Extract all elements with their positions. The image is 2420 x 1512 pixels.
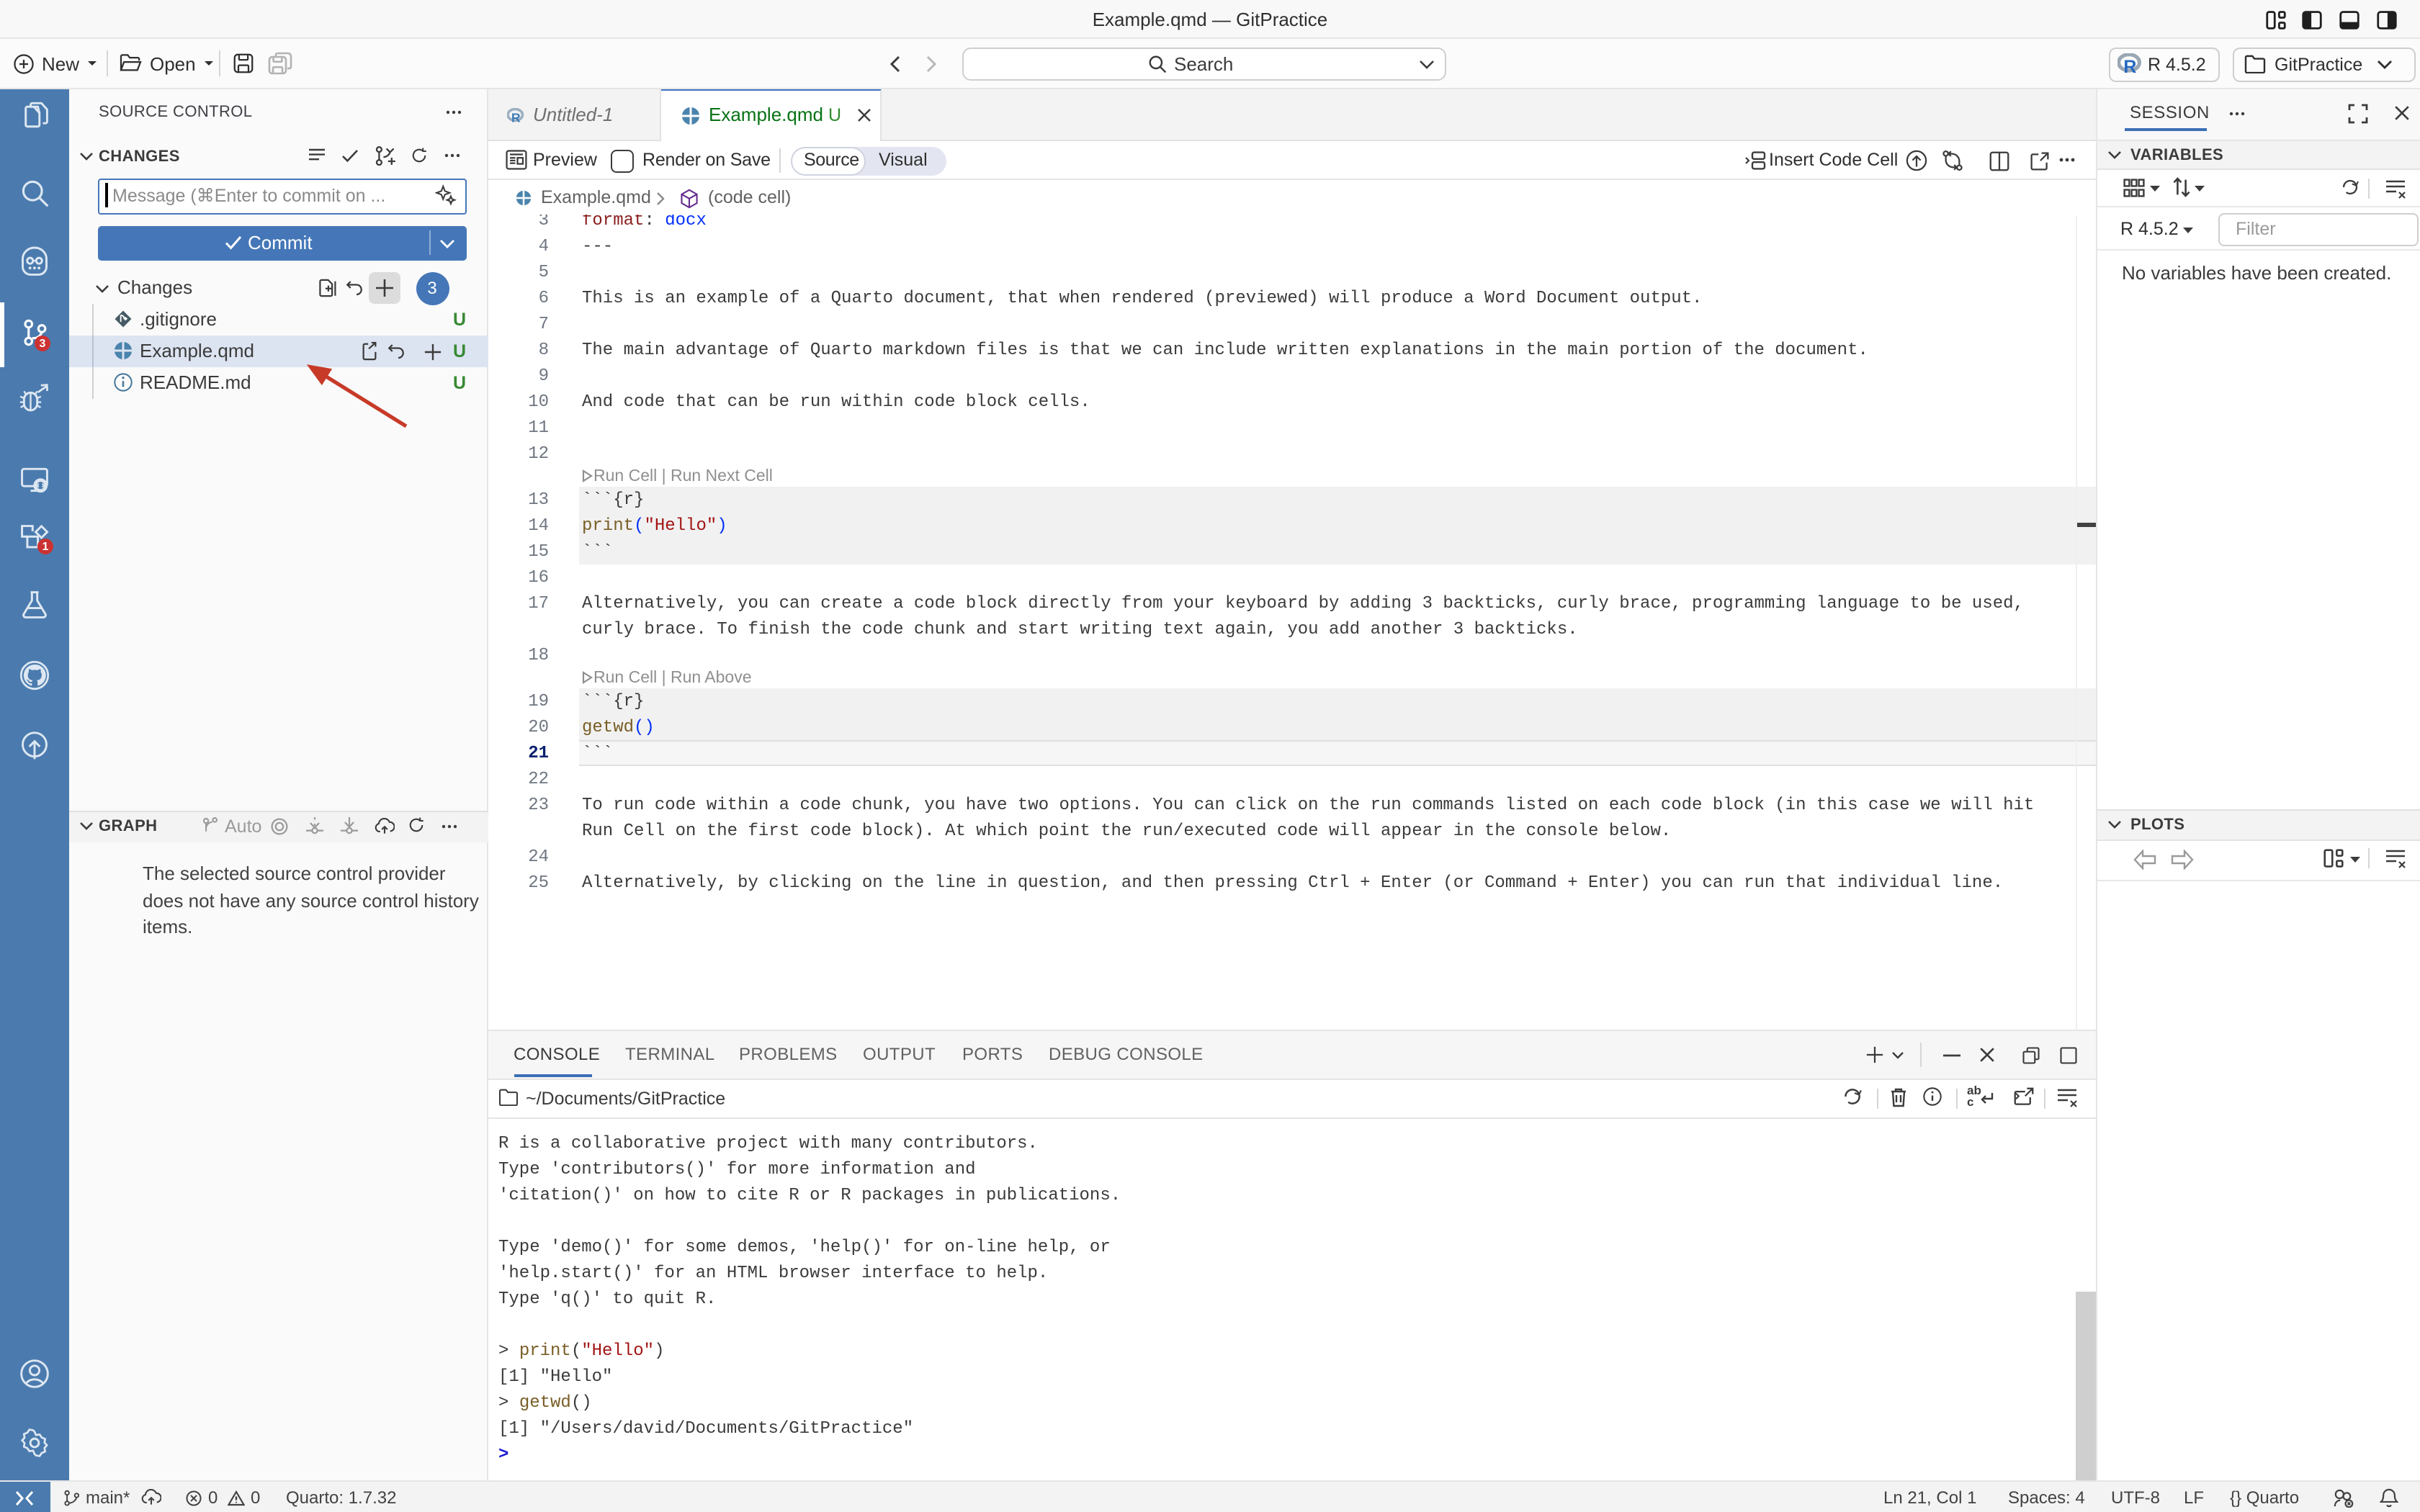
svg-text:R: R bbox=[511, 110, 521, 124]
svg-text:R: R bbox=[2123, 57, 2136, 75]
